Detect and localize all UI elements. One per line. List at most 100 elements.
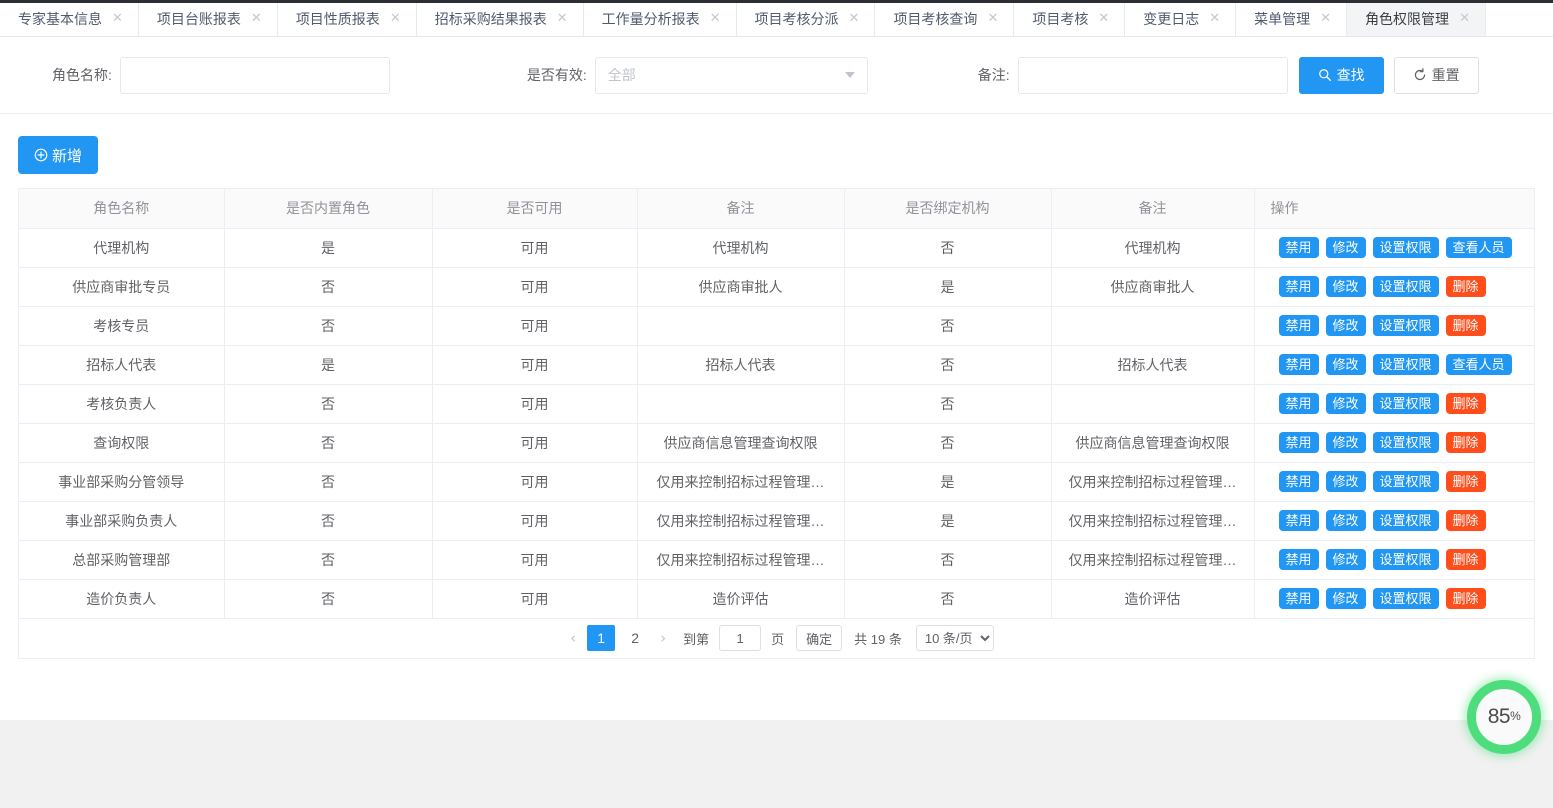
cell-usable: 可用 xyxy=(432,501,637,540)
action-button[interactable]: 设置权限 xyxy=(1373,315,1439,336)
action-button[interactable]: 设置权限 xyxy=(1373,471,1439,492)
goto-confirm-button[interactable]: 确定 xyxy=(796,625,842,651)
tab-item[interactable]: 项目台账报表✕ xyxy=(139,0,278,37)
tab-item[interactable]: 项目考核分派✕ xyxy=(737,0,876,37)
close-icon[interactable]: ✕ xyxy=(710,12,721,25)
action-button[interactable]: 修改 xyxy=(1326,510,1366,531)
action-button[interactable]: 删除 xyxy=(1446,471,1486,492)
close-icon[interactable]: ✕ xyxy=(1320,12,1331,25)
tab-item[interactable]: 项目考核✕ xyxy=(1014,0,1125,37)
tab-bar: 专家基本信息✕项目台账报表✕项目性质报表✕招标采购结果报表✕工作量分析报表✕项目… xyxy=(0,0,1553,37)
close-icon[interactable]: ✕ xyxy=(112,12,123,25)
tab-item[interactable]: 变更日志✕ xyxy=(1125,0,1236,37)
action-button[interactable]: 修改 xyxy=(1326,588,1366,609)
action-button[interactable]: 禁用 xyxy=(1279,354,1319,375)
action-button[interactable]: 修改 xyxy=(1326,432,1366,453)
action-button[interactable]: 查看人员 xyxy=(1446,354,1512,375)
page-number[interactable]: 2 xyxy=(621,625,649,651)
search-button[interactable]: 查找 xyxy=(1299,57,1384,94)
close-icon[interactable]: ✕ xyxy=(1098,12,1109,25)
column-header: 是否绑定机构 xyxy=(844,189,1051,228)
cell-name: 招标人代表 xyxy=(19,345,224,384)
action-button[interactable]: 删除 xyxy=(1446,276,1486,297)
action-button[interactable]: 设置权限 xyxy=(1373,432,1439,453)
valid-label: 是否有效: xyxy=(527,65,587,85)
tab-label: 招标采购结果报表 xyxy=(435,12,547,26)
cell-builtin: 否 xyxy=(224,423,432,462)
valid-select[interactable]: 全部 xyxy=(595,57,868,94)
cell-remark2: 仅用来控制招标过程管理… xyxy=(1051,540,1254,579)
close-icon[interactable]: ✕ xyxy=(390,12,401,25)
cell-bound: 否 xyxy=(844,345,1051,384)
close-icon[interactable]: ✕ xyxy=(557,12,568,25)
action-button[interactable]: 查看人员 xyxy=(1446,237,1512,258)
page-size-select[interactable]: 10 条/页 xyxy=(916,625,994,651)
action-button[interactable]: 修改 xyxy=(1326,354,1366,375)
close-icon[interactable]: ✕ xyxy=(849,12,860,25)
action-button[interactable]: 禁用 xyxy=(1279,237,1319,258)
action-button[interactable]: 禁用 xyxy=(1279,432,1319,453)
action-button[interactable]: 设置权限 xyxy=(1373,354,1439,375)
cell-usable: 可用 xyxy=(432,423,637,462)
action-button[interactable]: 修改 xyxy=(1326,276,1366,297)
action-button[interactable]: 删除 xyxy=(1446,315,1486,336)
action-button[interactable]: 删除 xyxy=(1446,432,1486,453)
cell-builtin: 否 xyxy=(224,384,432,423)
action-button[interactable]: 修改 xyxy=(1326,315,1366,336)
tab-item[interactable]: 菜单管理 ✕ xyxy=(1236,0,1347,37)
action-button[interactable]: 设置权限 xyxy=(1373,549,1439,570)
cell-usable: 可用 xyxy=(432,345,637,384)
tab-label: 菜单管理 xyxy=(1254,12,1310,26)
role-name-input[interactable] xyxy=(120,57,390,94)
goto-page-input[interactable] xyxy=(719,625,761,651)
action-button[interactable]: 禁用 xyxy=(1279,510,1319,531)
action-button[interactable]: 修改 xyxy=(1326,393,1366,414)
cell-name: 总部采购管理部 xyxy=(19,540,224,579)
cell-remark2 xyxy=(1051,306,1254,345)
cell-name: 事业部采购分管领导 xyxy=(19,462,224,501)
action-button[interactable]: 设置权限 xyxy=(1373,237,1439,258)
table-row: 考核负责人否可用否禁用修改设置权限删除查看人员 xyxy=(19,384,1534,423)
cell-remark2: 仅用来控制招标过程管理… xyxy=(1051,501,1254,540)
cell-builtin: 是 xyxy=(224,228,432,267)
action-button[interactable]: 禁用 xyxy=(1279,549,1319,570)
remark-input[interactable] xyxy=(1018,57,1288,94)
action-button[interactable]: 禁用 xyxy=(1279,471,1319,492)
action-button[interactable]: 设置权限 xyxy=(1373,588,1439,609)
tab-item[interactable]: 工作量分析报表✕ xyxy=(584,0,737,37)
tab-item[interactable]: 招标采购结果报表 ✕ xyxy=(417,0,584,37)
close-icon[interactable]: ✕ xyxy=(1459,12,1470,25)
table-header-row: 角色名称是否内置角色是否可用备注是否绑定机构备注操作 xyxy=(19,189,1534,228)
reset-button[interactable]: 重置 xyxy=(1394,57,1479,94)
close-icon[interactable]: ✕ xyxy=(251,12,262,25)
tab-item[interactable]: 项目考核查询✕ xyxy=(875,0,1014,37)
tab-item[interactable]: 项目性质报表✕ xyxy=(278,0,417,37)
table-row: 招标人代表是可用招标人代表否招标人代表禁用修改设置权限查看人员 xyxy=(19,345,1534,384)
action-button[interactable]: 删除 xyxy=(1446,549,1486,570)
cell-actions: 禁用修改设置权限删除查看人员 xyxy=(1254,384,1534,423)
progress-badge[interactable]: 85% xyxy=(1467,680,1541,754)
add-button[interactable]: 新增 xyxy=(18,136,98,174)
tab-item[interactable]: 专家基本信息✕ xyxy=(0,0,139,37)
action-button[interactable]: 禁用 xyxy=(1279,588,1319,609)
action-button[interactable]: 禁用 xyxy=(1279,276,1319,297)
prev-page-button[interactable]: ‹ xyxy=(559,624,587,652)
action-button[interactable]: 修改 xyxy=(1326,549,1366,570)
cell-name: 考核专员 xyxy=(19,306,224,345)
close-icon[interactable]: ✕ xyxy=(1209,12,1220,25)
action-button[interactable]: 删除 xyxy=(1446,393,1486,414)
action-button[interactable]: 禁用 xyxy=(1279,393,1319,414)
action-button[interactable]: 设置权限 xyxy=(1373,276,1439,297)
page-number[interactable]: 1 xyxy=(587,625,615,651)
tab-item[interactable]: 角色权限管理✕ xyxy=(1347,0,1486,37)
close-icon[interactable]: ✕ xyxy=(987,12,998,25)
next-page-button[interactable]: › xyxy=(649,624,677,652)
action-button[interactable]: 禁用 xyxy=(1279,315,1319,336)
cell-actions: 禁用修改设置权限删除查看人员 xyxy=(1254,423,1534,462)
action-button[interactable]: 删除 xyxy=(1446,510,1486,531)
action-button[interactable]: 修改 xyxy=(1326,471,1366,492)
action-button[interactable]: 设置权限 xyxy=(1373,510,1439,531)
action-button[interactable]: 删除 xyxy=(1446,588,1486,609)
action-button[interactable]: 修改 xyxy=(1326,237,1366,258)
action-button[interactable]: 设置权限 xyxy=(1373,393,1439,414)
